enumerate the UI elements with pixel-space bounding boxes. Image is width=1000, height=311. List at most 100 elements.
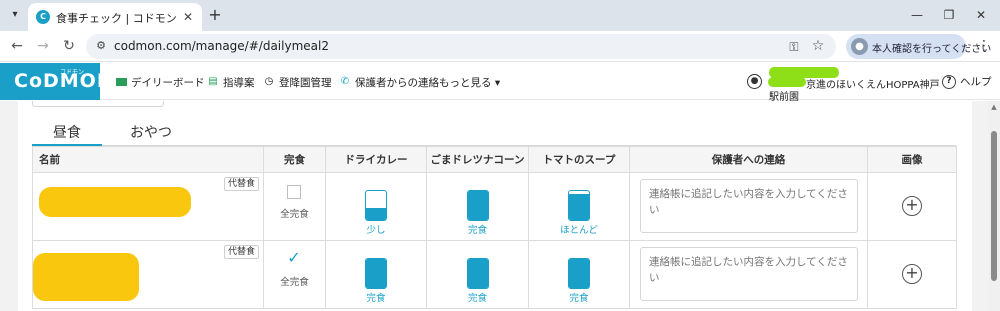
header-food-2: ごまドレツナコーン bbox=[426, 146, 529, 173]
redaction-mark bbox=[768, 77, 806, 87]
scroll-up-icon[interactable]: ▲ bbox=[990, 103, 998, 111]
meal-level-icon[interactable] bbox=[365, 258, 387, 289]
document-icon: ▤ bbox=[208, 76, 218, 87]
meal-level-fill bbox=[569, 259, 589, 288]
meal-level-icon[interactable] bbox=[466, 190, 489, 221]
scroll-thumb[interactable] bbox=[991, 131, 997, 281]
done-cell: 全完食 bbox=[263, 172, 326, 241]
window-close-icon[interactable]: ✕ bbox=[972, 6, 990, 24]
tab-title: 食事チェック | コドモン bbox=[56, 12, 177, 25]
app-header: CoDMON コドモン デイリーボード ▤ 指導案 ◷ 登降園管理 ✆ 保護者か… bbox=[0, 63, 1000, 103]
meal-level-fill bbox=[366, 259, 386, 288]
food-amount-label: 少し bbox=[366, 225, 386, 236]
food-cell[interactable]: ほとんど bbox=[528, 172, 630, 241]
meal-level-icon[interactable] bbox=[466, 258, 489, 289]
board-icon bbox=[116, 78, 127, 86]
back-icon[interactable]: ← bbox=[8, 37, 26, 55]
redacted-name bbox=[39, 187, 191, 217]
food-cell[interactable]: 完食 bbox=[325, 240, 427, 309]
meal-level-icon[interactable] bbox=[568, 258, 590, 289]
clock-icon: ◷ bbox=[264, 76, 274, 87]
nav-item-more[interactable]: もっと見る ▾ bbox=[439, 74, 500, 90]
browser-tab-strip: ▾ C 食事チェック | コドモン ✕ + — ❐ ✕ bbox=[0, 0, 1000, 31]
tab-lunch[interactable]: 昼食 bbox=[32, 122, 102, 146]
food-amount-label: 完食 bbox=[569, 293, 589, 304]
date-field[interactable] bbox=[32, 101, 164, 107]
phone-icon: ✆ bbox=[340, 76, 350, 87]
food-cell[interactable]: 完食 bbox=[426, 172, 529, 241]
maximize-icon[interactable]: ❐ bbox=[940, 6, 958, 24]
codmon-favicon-icon: C bbox=[36, 10, 50, 24]
food-amount-label: 完食 bbox=[366, 293, 386, 304]
meal-level-icon[interactable] bbox=[568, 190, 590, 221]
page-scrollbar[interactable]: ▲ bbox=[988, 101, 1000, 311]
nav-label: 保護者からの連絡 bbox=[355, 76, 439, 89]
tab-list-icon[interactable]: ▾ bbox=[6, 6, 24, 24]
nav-label: もっと見る ▾ bbox=[439, 76, 501, 89]
food-amount-label: ほとんど bbox=[560, 225, 598, 236]
memo-cell bbox=[629, 172, 868, 241]
address-bar[interactable]: ⚙ codmon.com/manage/#/dailymeal2 ⚿ ☆ bbox=[86, 34, 836, 59]
star-icon[interactable]: ☆ bbox=[810, 38, 826, 54]
profile-label: 本人確認を行ってください bbox=[872, 44, 992, 55]
forward-icon[interactable]: → bbox=[34, 37, 52, 55]
help-label: ヘルプ bbox=[960, 76, 992, 88]
food-cell[interactable]: 少し bbox=[325, 172, 427, 241]
user-icon[interactable]: ● bbox=[747, 74, 762, 89]
nav-item-teaching-plan[interactable]: ▤ 指導案 bbox=[207, 74, 255, 90]
header-food-3: トマトのスープ bbox=[528, 146, 630, 173]
meal-table: 名前 完食 ドライカレー ごまドレツナコーン トマトのスープ 保護者への連絡 画… bbox=[32, 146, 957, 309]
meal-level-fill bbox=[467, 259, 488, 288]
avatar: ● bbox=[851, 38, 868, 55]
profile-chip[interactable]: ● 本人確認を行ってください bbox=[846, 34, 991, 59]
alt-meal-badge[interactable]: 代替食 bbox=[223, 245, 259, 259]
meal-level-fill bbox=[366, 208, 386, 220]
parent-memo-input[interactable] bbox=[640, 179, 858, 233]
check-icon[interactable]: ✓ bbox=[285, 249, 303, 267]
menu-dots-icon[interactable]: ⋮ bbox=[976, 37, 992, 55]
help-link[interactable]: ? ヘルプ bbox=[942, 74, 992, 89]
all-done-checkbox[interactable] bbox=[287, 185, 301, 199]
close-icon[interactable]: ✕ bbox=[180, 9, 196, 25]
facility-name[interactable]: 京進のほいくえんHOPPA神戸 bbox=[806, 76, 940, 91]
browser-toolbar: ← → ↻ ⚙ codmon.com/manage/#/dailymeal2 ⚿… bbox=[0, 31, 1000, 62]
done-label: 全完食 bbox=[280, 209, 309, 220]
done-label: 全完食 bbox=[280, 277, 309, 288]
meal-level-fill bbox=[569, 193, 589, 220]
header-name: 名前 bbox=[32, 146, 264, 173]
new-tab-icon[interactable]: + bbox=[206, 6, 224, 24]
food-cell[interactable]: 完食 bbox=[426, 240, 529, 309]
nav-item-parent-contact[interactable]: ✆ 保護者からの連絡 bbox=[339, 74, 439, 90]
child-name-cell: 代替食 bbox=[32, 172, 264, 241]
food-cell[interactable]: 完食 bbox=[528, 240, 630, 309]
codmon-logo[interactable]: CoDMON コドモン bbox=[0, 63, 113, 100]
nav-label: デイリーボード bbox=[131, 76, 205, 89]
nav-item-attendance[interactable]: ◷ 登降園管理 bbox=[263, 74, 332, 90]
nav-item-daily-board[interactable]: デイリーボード bbox=[116, 74, 205, 90]
browser-tab[interactable]: C 食事チェック | コドモン ✕ bbox=[28, 3, 202, 31]
header-done: 完食 bbox=[263, 146, 326, 173]
site-info-icon[interactable]: ⚙ bbox=[94, 39, 108, 53]
add-image-icon[interactable]: + bbox=[902, 264, 922, 284]
food-amount-label: 完食 bbox=[467, 293, 487, 304]
image-cell: + bbox=[867, 172, 957, 241]
header-image: 画像 bbox=[867, 146, 957, 173]
meal-level-icon[interactable] bbox=[365, 190, 387, 221]
table-row: 代替食 全完食 少し 完食 ほとんど + bbox=[32, 172, 957, 241]
parent-memo-input[interactable] bbox=[640, 247, 858, 301]
add-image-icon[interactable]: + bbox=[902, 196, 922, 216]
key-icon[interactable]: ⚿ bbox=[786, 39, 802, 55]
tab-snack[interactable]: おやつ bbox=[116, 122, 186, 146]
minimize-icon[interactable]: — bbox=[908, 6, 926, 24]
header-food-1: ドライカレー bbox=[325, 146, 427, 173]
url-text[interactable]: codmon.com/manage/#/dailymeal2 bbox=[114, 39, 329, 53]
meal-level-fill bbox=[467, 191, 488, 220]
table-row: 代替食 ✓ 全完食 完食 完食 完食 + bbox=[32, 240, 957, 309]
alt-meal-badge[interactable]: 代替食 bbox=[223, 177, 259, 191]
table-header-row: 名前 完食 ドライカレー ごまドレツナコーン トマトのスープ 保護者への連絡 画… bbox=[32, 146, 957, 173]
food-amount-label: 完食 bbox=[467, 225, 487, 236]
nav-label: 指導案 bbox=[223, 76, 255, 89]
done-cell: ✓ 全完食 bbox=[263, 240, 326, 309]
reload-icon[interactable]: ↻ bbox=[60, 37, 78, 55]
help-icon: ? bbox=[942, 74, 956, 89]
